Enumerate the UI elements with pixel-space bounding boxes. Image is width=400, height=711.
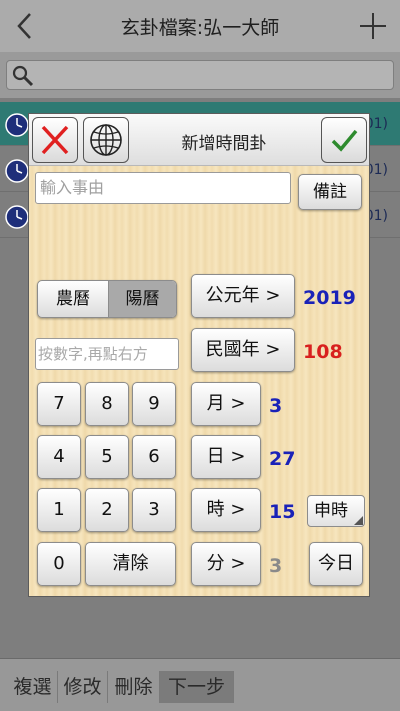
- calendar-type-toggle: 農曆 陽曆: [37, 280, 177, 318]
- shichen-select[interactable]: 申時: [307, 495, 365, 527]
- key-2[interactable]: 2: [85, 488, 129, 532]
- dialog-title: 新增時間卦: [181, 134, 267, 154]
- add-time-hexagram-dialog: 新增時間卦 輸入事由 備註 農曆 陽曆 按數字,再點右方 7 8 9 4 5 6…: [28, 113, 370, 597]
- key-4[interactable]: 4: [37, 435, 81, 479]
- dialog-header: 新增時間卦: [29, 114, 369, 166]
- multi-select-button[interactable]: 複選: [8, 671, 58, 703]
- confirm-button[interactable]: [321, 117, 367, 163]
- search-input[interactable]: [6, 60, 394, 90]
- top-bar: 玄卦檔案:弘一大師: [0, 0, 400, 52]
- search-bar: [0, 52, 400, 98]
- month-button[interactable]: 月 >: [191, 382, 261, 426]
- numpad-input[interactable]: 按數字,再點右方: [35, 338, 179, 370]
- key-9[interactable]: 9: [132, 382, 176, 426]
- hour-value: 15: [269, 501, 296, 523]
- lunar-calendar-option[interactable]: 農曆: [38, 281, 108, 317]
- solar-calendar-option[interactable]: 陽曆: [108, 281, 176, 317]
- cancel-button[interactable]: [32, 117, 78, 163]
- globe-button[interactable]: [83, 117, 129, 163]
- shichen-value: 申時: [314, 501, 348, 521]
- reason-input[interactable]: 輸入事由: [35, 172, 291, 204]
- month-value: 3: [269, 395, 283, 417]
- today-button[interactable]: 今日: [309, 542, 363, 586]
- key-7[interactable]: 7: [37, 382, 81, 426]
- roc-year-value: 108: [303, 341, 343, 363]
- page-title: 玄卦檔案:弘一大師: [120, 17, 280, 39]
- clock-icon: [5, 159, 29, 183]
- dropdown-arrow-icon: [354, 516, 363, 525]
- clear-button[interactable]: 清除: [85, 542, 176, 586]
- key-1[interactable]: 1: [37, 488, 81, 532]
- hour-button[interactable]: 時 >: [191, 488, 261, 532]
- key-5[interactable]: 5: [85, 435, 129, 479]
- clock-icon: [5, 113, 29, 137]
- key-8[interactable]: 8: [85, 382, 129, 426]
- next-step-button[interactable]: 下一步: [160, 671, 234, 703]
- minute-button[interactable]: 分 >: [191, 542, 261, 586]
- chevron-left-icon[interactable]: [12, 8, 38, 44]
- delete-button[interactable]: 刪除: [108, 671, 160, 703]
- bottom-toolbar: 複選 修改 刪除 下一步: [0, 658, 400, 711]
- clock-icon: [5, 205, 29, 229]
- check-icon: [331, 129, 358, 152]
- minute-value: 3: [269, 555, 283, 577]
- day-value: 27: [269, 448, 296, 470]
- roc-year-button[interactable]: 民國年 >: [191, 328, 295, 372]
- day-button[interactable]: 日 >: [191, 435, 261, 479]
- edit-button[interactable]: 修改: [58, 671, 108, 703]
- plus-icon[interactable]: [358, 11, 388, 41]
- ad-year-value: 2019: [303, 287, 356, 309]
- globe-icon: [90, 124, 122, 156]
- close-icon: [41, 125, 69, 155]
- search-icon: [12, 65, 34, 87]
- key-0[interactable]: 0: [37, 542, 81, 586]
- ad-year-button[interactable]: 公元年 >: [191, 274, 295, 318]
- key-3[interactable]: 3: [132, 488, 176, 532]
- note-button[interactable]: 備註: [298, 174, 362, 210]
- key-6[interactable]: 6: [132, 435, 176, 479]
